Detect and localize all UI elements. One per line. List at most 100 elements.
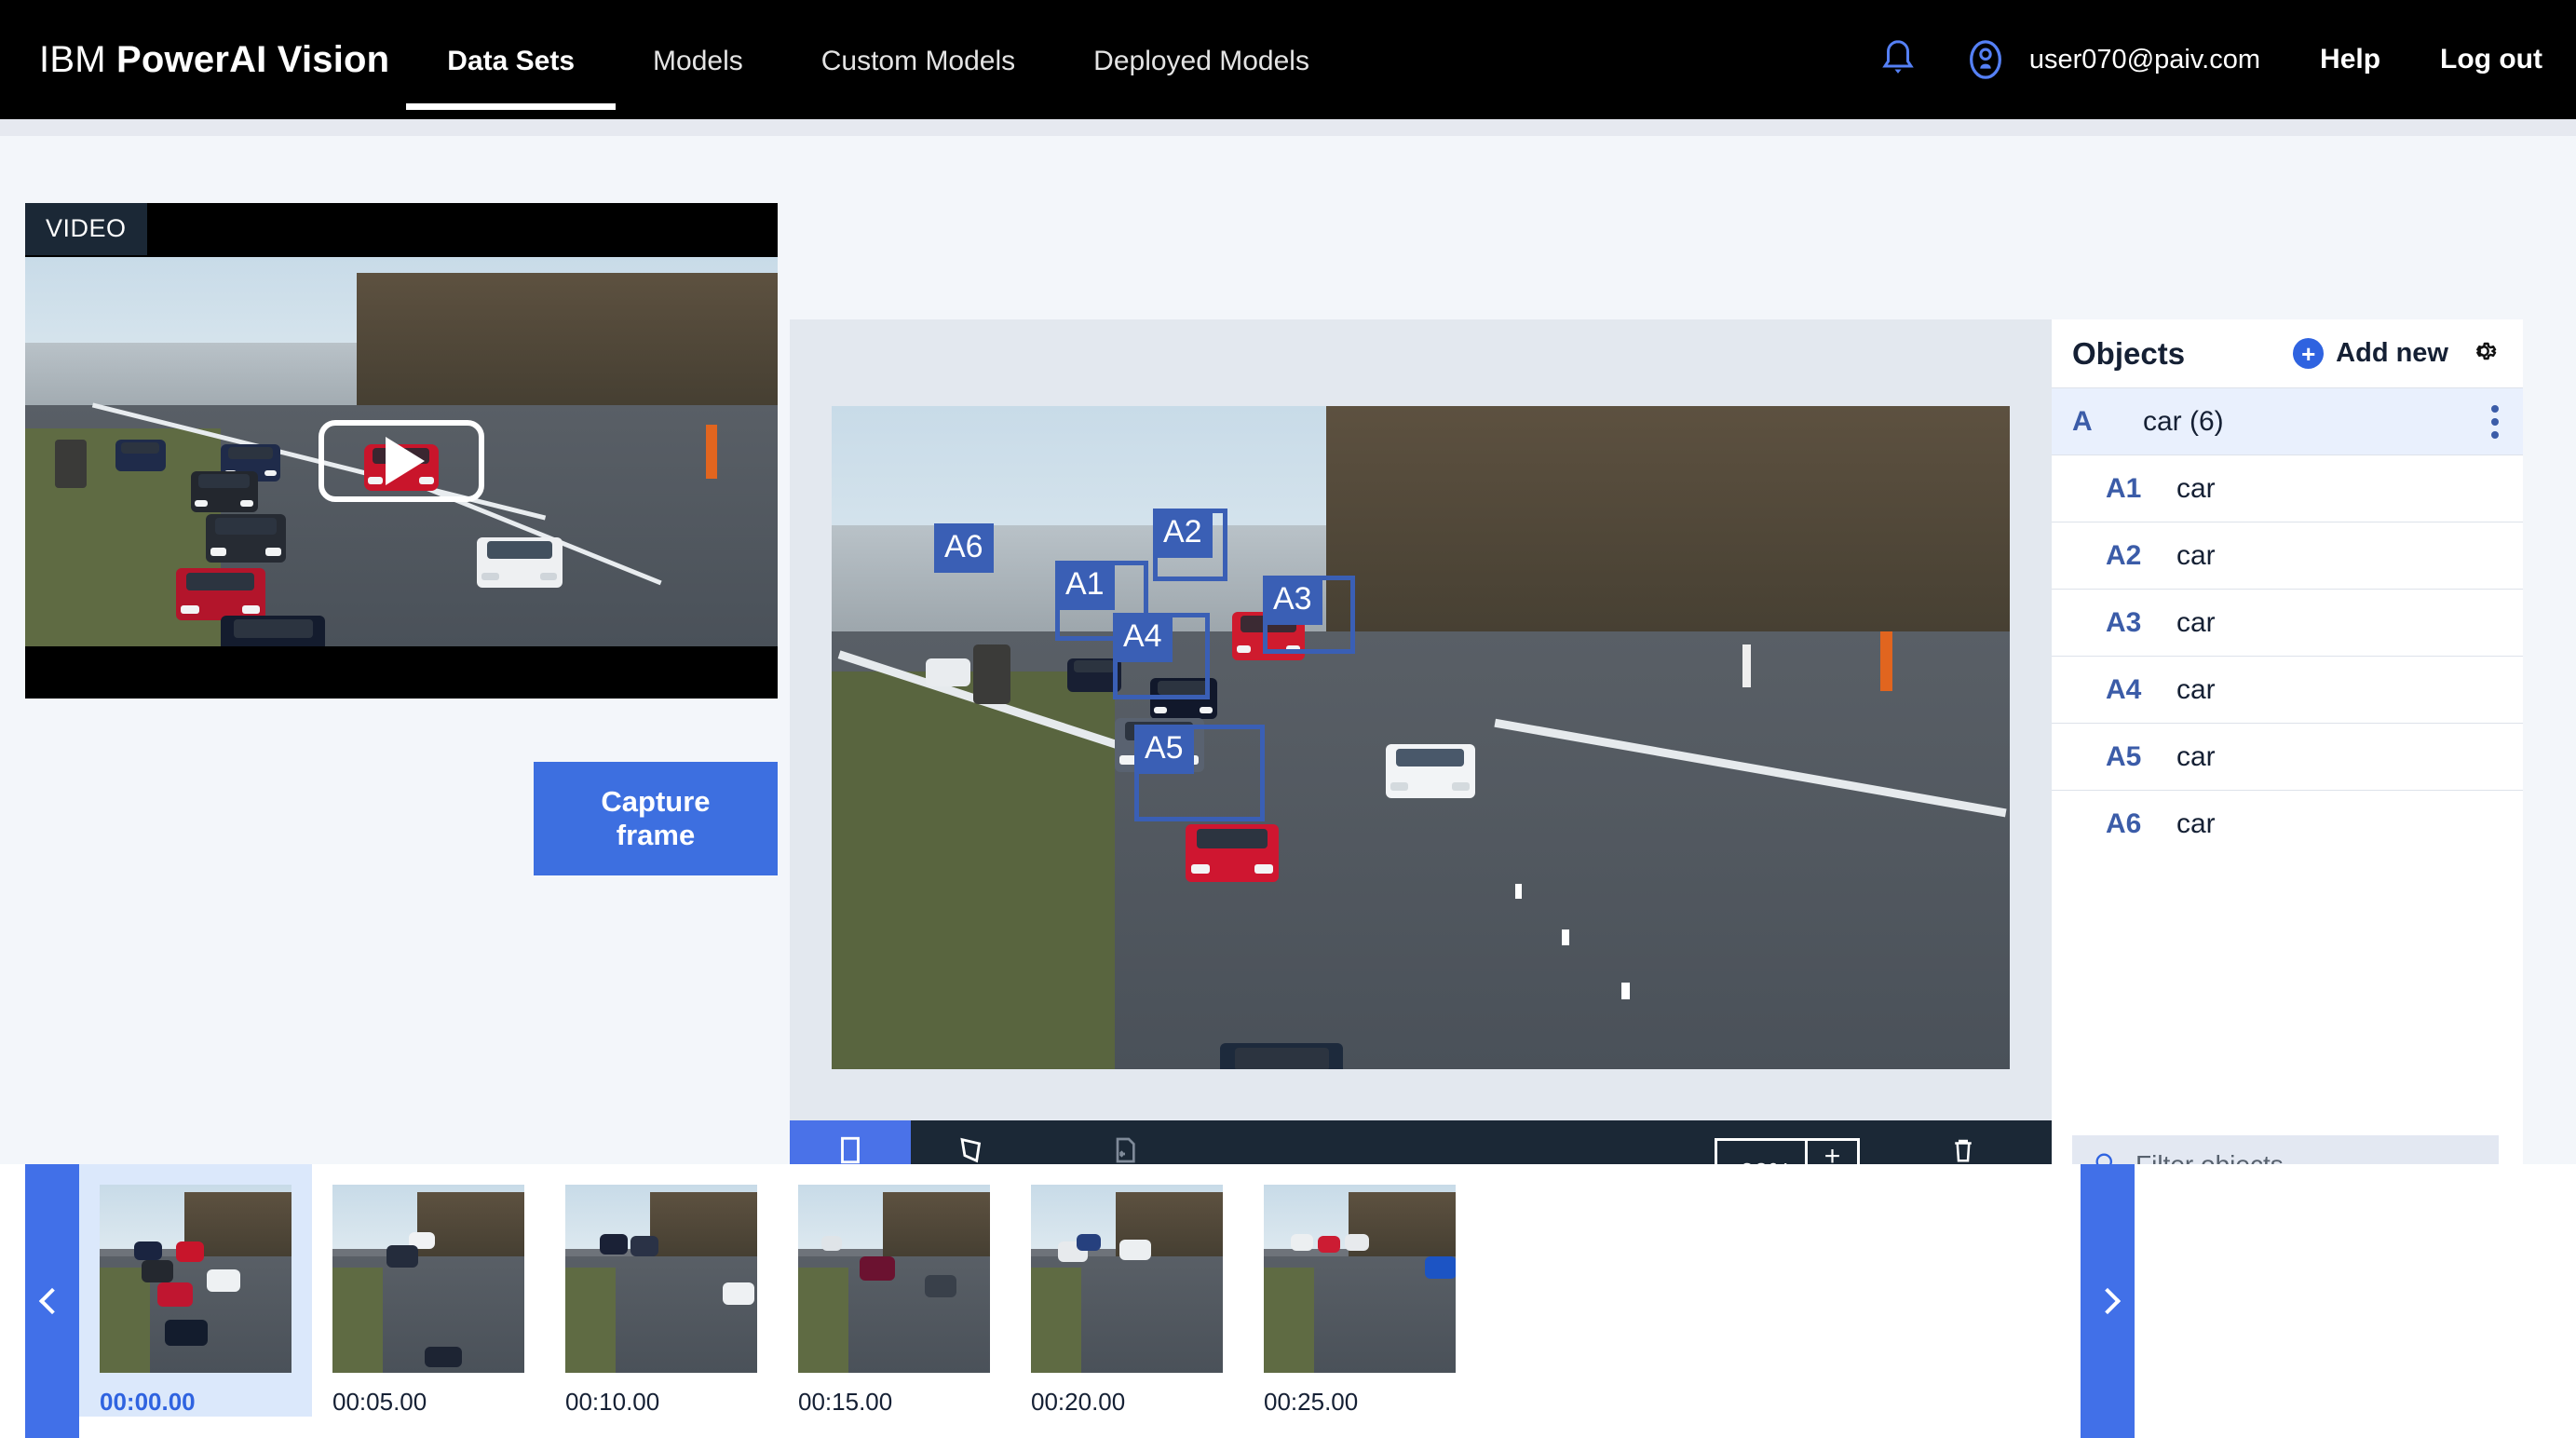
- object-row-a2[interactable]: A2 car: [2052, 522, 2523, 590]
- brand-product: PowerAI Vision: [116, 39, 389, 80]
- objects-title: Objects: [2072, 336, 2185, 372]
- add-new-label: Add new: [2336, 338, 2448, 369]
- object-row-a1[interactable]: A1 car: [2052, 455, 2523, 522]
- brand-logo: IBM PowerAI Vision: [39, 39, 389, 81]
- app-header: IBM PowerAI Vision Data Sets Models Cust…: [0, 0, 2576, 119]
- filmstrip-frame-2[interactable]: 00:10.00: [545, 1164, 778, 1417]
- video-player[interactable]: VIDEO: [25, 203, 778, 699]
- object-row-a6-code: A6: [2106, 808, 2143, 840]
- video-badge: VIDEO: [25, 203, 147, 255]
- filmstrip-frame-3[interactable]: 00:15.00: [778, 1164, 1010, 1417]
- filmstrip-frame-0[interactable]: 00:00.00: [79, 1164, 312, 1417]
- filmstrip-prev-button[interactable]: [25, 1164, 79, 1438]
- object-row-a4-label: car: [2176, 674, 2216, 706]
- object-row-a1-code: A1: [2106, 473, 2143, 505]
- bounding-box-a5[interactable]: A5: [1134, 725, 1265, 821]
- filmstrip-frame-3-image: [798, 1185, 990, 1373]
- object-row-a5-label: car: [2176, 741, 2216, 773]
- bounding-box-a6-label: A6: [934, 523, 994, 573]
- object-row-a4-code: A4: [2106, 674, 2143, 706]
- trash-icon: [1949, 1134, 1977, 1166]
- object-row-a5[interactable]: A5 car: [2052, 724, 2523, 791]
- filmstrip-frame-1[interactable]: 00:05.00: [312, 1164, 545, 1417]
- objects-panel-header: Objects + Add new: [2052, 319, 2523, 388]
- bounding-box-a3-label: A3: [1263, 576, 1322, 625]
- filmstrip-frame-2-image: [565, 1185, 757, 1373]
- object-row-a6-label: car: [2176, 808, 2216, 840]
- annotated-frame-image[interactable]: A6 A1 A2 A3 A4 A5: [832, 406, 2010, 1069]
- bounding-box-a5-label: A5: [1134, 725, 1194, 774]
- nav-item-models-label: Models: [653, 42, 743, 77]
- nav-item-data-sets[interactable]: Data Sets: [447, 0, 575, 119]
- bounding-box-a4[interactable]: A4: [1113, 613, 1210, 699]
- bell-icon[interactable]: [1873, 34, 1923, 85]
- object-group-row[interactable]: A car (6): [2052, 388, 2523, 455]
- filmstrip-frame-5-time: 00:25.00: [1243, 1388, 1476, 1417]
- nav-spacer: [1015, 0, 1093, 119]
- object-row-a3-code: A3: [2106, 607, 2143, 639]
- main-nav: Data Sets Models Custom Models Deployed …: [447, 0, 1309, 119]
- bounding-box-a1-label: A1: [1055, 561, 1115, 610]
- chevron-right-icon: [2095, 1288, 2121, 1314]
- bounding-box-a3[interactable]: A3: [1263, 576, 1355, 654]
- paste-icon: [1110, 1134, 1140, 1166]
- rectangle-icon: [834, 1134, 866, 1166]
- play-icon[interactable]: [319, 420, 484, 502]
- object-row-a5-code: A5: [2106, 741, 2143, 773]
- bounding-box-a2[interactable]: A2: [1153, 509, 1227, 581]
- nav-spacer: [743, 0, 821, 119]
- capture-frame-button[interactable]: Capture frame: [534, 762, 778, 875]
- help-link[interactable]: Help: [2320, 44, 2380, 75]
- filmstrip-frame-2-time: 00:10.00: [545, 1388, 778, 1417]
- filmstrip-frame-0-image: [100, 1185, 291, 1373]
- object-row-a4[interactable]: A4 car: [2052, 657, 2523, 724]
- filmstrip-frame-5-image: [1264, 1185, 1456, 1373]
- header-bottom-strip: [0, 119, 2576, 136]
- objects-actions: + Add new: [2293, 336, 2499, 371]
- nav-item-models[interactable]: Models: [653, 0, 743, 119]
- logout-link[interactable]: Log out: [2440, 44, 2542, 75]
- object-row-a6[interactable]: A6 car: [2052, 791, 2523, 858]
- user-avatar-icon[interactable]: [1960, 34, 2011, 85]
- add-new-object-button[interactable]: + Add new: [2293, 338, 2448, 369]
- filmstrip-frame-3-time: 00:15.00: [778, 1388, 1010, 1417]
- bounding-box-a6[interactable]: A6: [934, 523, 971, 564]
- filmstrip-frame-4-time: 00:20.00: [1010, 1388, 1243, 1417]
- bounding-box-a2-label: A2: [1153, 509, 1213, 558]
- polygon-icon: [956, 1134, 987, 1166]
- nav-item-data-sets-label: Data Sets: [447, 42, 575, 77]
- header-right-group: user070@paiv.com Help Log out: [1873, 0, 2542, 119]
- brand-ibm: IBM: [39, 39, 106, 80]
- chevron-left-icon: [39, 1288, 65, 1314]
- annotation-canvas[interactable]: A6 A1 A2 A3 A4 A5: [790, 319, 2052, 1120]
- objects-list-empty-space: [2052, 858, 2523, 1117]
- bounding-box-a4-label: A4: [1113, 613, 1173, 662]
- object-group-label: car (6): [2143, 406, 2224, 438]
- objects-panel: Objects + Add new A car (6) A1 car A2 ca…: [2052, 319, 2523, 1214]
- annotation-canvas-panel: A6 A1 A2 A3 A4 A5: [790, 319, 2052, 1214]
- video-panel: VIDEO: [25, 203, 778, 875]
- object-row-a2-code: A2: [2106, 540, 2143, 572]
- nav-item-deployed-models[interactable]: Deployed Models: [1093, 0, 1309, 119]
- filmstrip-frame-5[interactable]: 00:25.00: [1243, 1164, 1476, 1417]
- filmstrip-thumbnails: 00:00.00 00:05.00 00:10.00: [79, 1164, 1476, 1417]
- object-row-a3[interactable]: A3 car: [2052, 590, 2523, 657]
- object-row-a2-label: car: [2176, 540, 2216, 572]
- main-content: VIDEO: [0, 136, 2576, 1239]
- capture-frame-row: Capture frame: [25, 762, 778, 875]
- plus-circle-icon: +: [2293, 338, 2324, 369]
- filmstrip-next-button[interactable]: [2081, 1164, 2135, 1438]
- overflow-menu-icon[interactable]: [2491, 405, 2499, 439]
- filmstrip-frame-4[interactable]: 00:20.00: [1010, 1164, 1243, 1417]
- filmstrip-frame-0-time: 00:00.00: [79, 1388, 312, 1417]
- gear-icon[interactable]: [2469, 336, 2499, 371]
- filmstrip-frame-1-image: [332, 1185, 524, 1373]
- object-row-a1-label: car: [2176, 473, 2216, 505]
- filmstrip-frame-4-image: [1031, 1185, 1223, 1373]
- filmstrip-frame-1-time: 00:05.00: [312, 1388, 545, 1417]
- nav-spacer: [575, 0, 653, 119]
- filmstrip: 00:00.00 00:05.00 00:10.00: [0, 1164, 2576, 1438]
- user-email-label: user070@paiv.com: [2029, 45, 2260, 75]
- nav-item-deployed-models-label: Deployed Models: [1093, 42, 1309, 77]
- nav-item-custom-models[interactable]: Custom Models: [821, 0, 1015, 119]
